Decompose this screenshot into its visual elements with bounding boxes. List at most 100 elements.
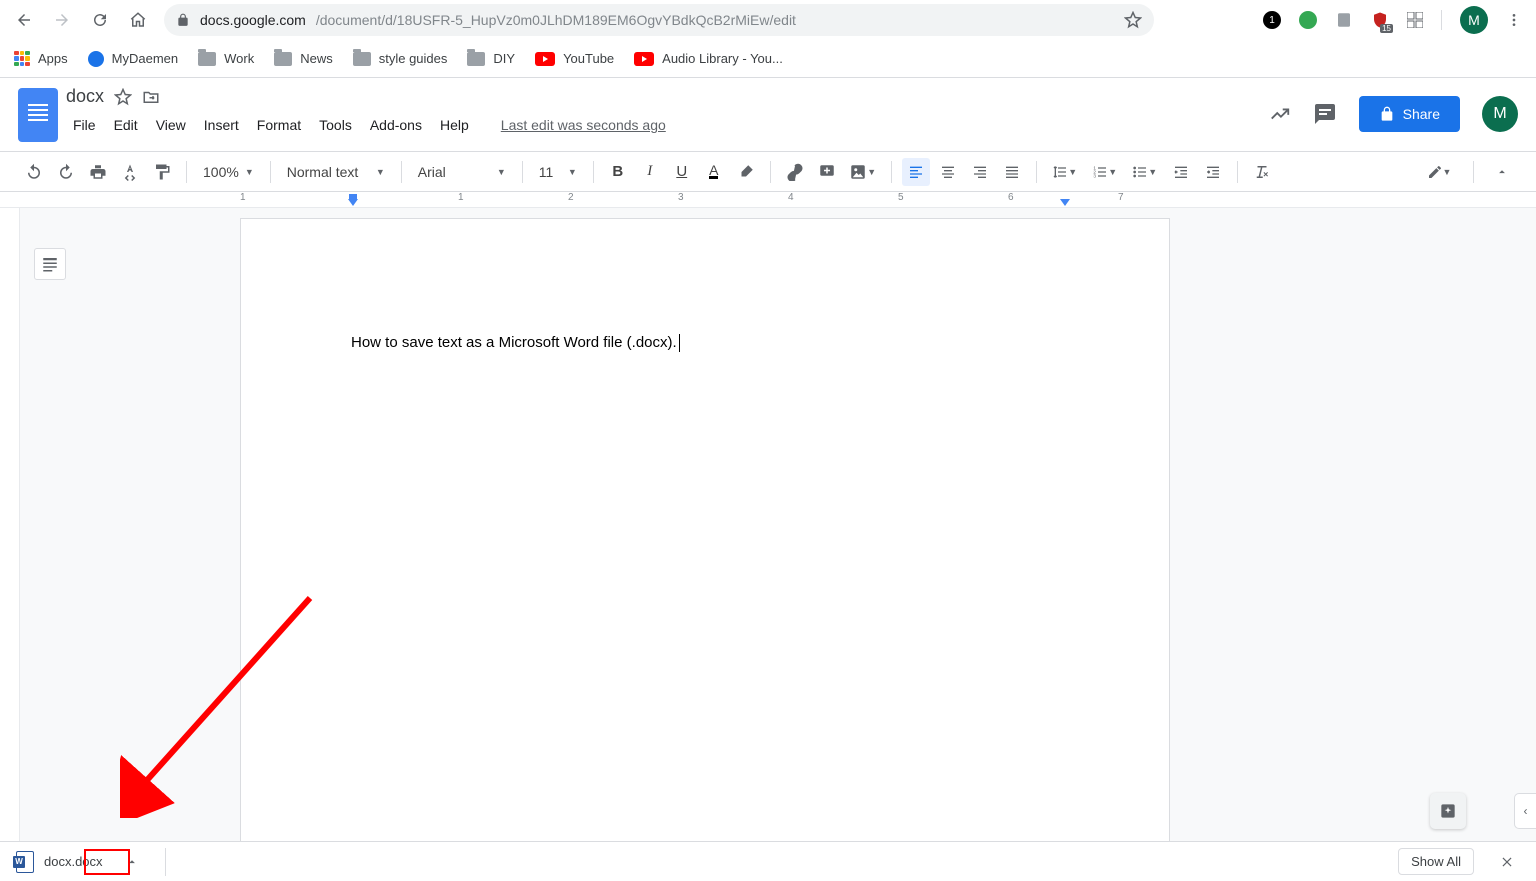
move-document-icon[interactable]	[142, 88, 160, 106]
right-indent-marker[interactable]	[1060, 199, 1070, 206]
folder-icon	[467, 52, 485, 66]
extension-icons: 1 15 M	[1263, 6, 1528, 34]
folder-icon	[353, 52, 371, 66]
menu-tools[interactable]: Tools	[312, 113, 359, 137]
extension-green-icon[interactable]	[1299, 11, 1317, 29]
extension-shield-icon[interactable]	[1335, 11, 1353, 29]
separator	[1441, 10, 1442, 30]
menu-insert[interactable]: Insert	[197, 113, 246, 137]
reload-button[interactable]	[84, 4, 116, 36]
bookmark-mydaemen[interactable]: MyDaemen	[88, 51, 178, 67]
collapse-toolbar-button[interactable]	[1488, 158, 1516, 186]
numbered-list-button[interactable]: 123▼	[1087, 158, 1123, 186]
apps-shortcut[interactable]: Apps	[14, 51, 68, 67]
extension-badge-black[interactable]: 1	[1263, 11, 1281, 29]
ruler-tick: 3	[678, 192, 684, 203]
insert-image-button[interactable]: ▼	[845, 158, 881, 186]
menu-edit[interactable]: Edit	[107, 113, 145, 137]
menu-help[interactable]: Help	[433, 113, 476, 137]
bulleted-list-button[interactable]: ▼	[1127, 158, 1163, 186]
align-right-button[interactable]	[966, 158, 994, 186]
separator	[1036, 161, 1037, 183]
activity-icon[interactable]	[1269, 103, 1291, 125]
line-spacing-button[interactable]: ▼	[1047, 158, 1083, 186]
paragraph-style-select[interactable]: Normal text▼	[281, 158, 391, 186]
comments-icon[interactable]	[1313, 102, 1337, 126]
document-title[interactable]: docx	[66, 86, 104, 107]
home-button[interactable]	[122, 4, 154, 36]
show-all-downloads-button[interactable]: Show All	[1398, 848, 1474, 875]
font-select[interactable]: Arial▼	[412, 158, 512, 186]
extension-ublock-icon[interactable]: 15	[1371, 11, 1389, 29]
align-left-button[interactable]	[902, 158, 930, 186]
document-body-text[interactable]: How to save text as a Microsoft Word fil…	[351, 334, 680, 352]
profile-avatar[interactable]: M	[1460, 6, 1488, 34]
show-outline-button[interactable]	[34, 248, 66, 280]
font-size-select[interactable]: 11▼	[533, 158, 583, 186]
bookmark-diy[interactable]: DIY	[467, 51, 515, 66]
last-edit-link[interactable]: Last edit was seconds ago	[494, 113, 673, 137]
bookmark-news[interactable]: News	[274, 51, 333, 66]
close-downloads-bar-button[interactable]	[1492, 847, 1522, 877]
forward-button[interactable]	[46, 4, 78, 36]
redo-button[interactable]	[52, 158, 80, 186]
horizontal-ruler[interactable]: 1 1 2 3 4 5 6 7	[0, 192, 1536, 208]
bookmark-youtube[interactable]: YouTube	[535, 51, 614, 66]
browser-nav-bar: docs.google.com/document/d/18USFR-5_HupV…	[0, 0, 1536, 40]
caret-icon: ▼	[1148, 167, 1157, 177]
menu-format[interactable]: Format	[250, 113, 308, 137]
lock-icon	[1379, 106, 1395, 122]
separator	[770, 161, 771, 183]
menu-view[interactable]: View	[149, 113, 193, 137]
insert-link-button[interactable]	[781, 158, 809, 186]
print-button[interactable]	[84, 158, 112, 186]
share-button[interactable]: Share	[1359, 96, 1460, 132]
menu-addons[interactable]: Add-ons	[363, 113, 429, 137]
address-bar[interactable]: docs.google.com/document/d/18USFR-5_HupV…	[164, 4, 1154, 36]
caret-icon: ▼	[1108, 167, 1117, 177]
clear-formatting-button[interactable]	[1248, 158, 1276, 186]
italic-button[interactable]: I	[636, 158, 664, 186]
increase-indent-button[interactable]	[1199, 158, 1227, 186]
svg-text:3: 3	[1094, 173, 1097, 178]
separator	[1237, 161, 1238, 183]
align-center-button[interactable]	[934, 158, 962, 186]
undo-button[interactable]	[20, 158, 48, 186]
bookmark-audio-library[interactable]: Audio Library - You...	[634, 51, 783, 66]
paint-format-button[interactable]	[148, 158, 176, 186]
star-document-icon[interactable]	[114, 88, 132, 106]
back-button[interactable]	[8, 4, 40, 36]
decrease-indent-button[interactable]	[1167, 158, 1195, 186]
document-page[interactable]: How to save text as a Microsoft Word fil…	[240, 218, 1170, 841]
editing-mode-select[interactable]: ▼	[1419, 158, 1459, 186]
bookmark-work[interactable]: Work	[198, 51, 254, 66]
bookmark-star-icon[interactable]	[1124, 11, 1142, 29]
caret-icon: ▼	[497, 167, 506, 177]
download-options-button[interactable]	[119, 851, 145, 873]
download-item[interactable]: docx.docx	[14, 847, 109, 877]
explore-button[interactable]	[1430, 793, 1466, 829]
download-filename: docx.docx	[44, 854, 103, 869]
align-justify-button[interactable]	[998, 158, 1026, 186]
highlight-button[interactable]	[732, 158, 760, 186]
text-color-button[interactable]: A	[700, 158, 728, 186]
downloads-bar: docx.docx Show All	[0, 841, 1536, 881]
left-indent-marker[interactable]	[348, 199, 358, 206]
chrome-menu-icon[interactable]	[1506, 12, 1522, 28]
underline-button[interactable]: U	[668, 158, 696, 186]
formatting-toolbar: 100%▼ Normal text▼ Arial▼ 11▼ B I U A ▼ …	[0, 152, 1536, 192]
bold-button[interactable]: B	[604, 158, 632, 186]
docs-logo-icon[interactable]	[18, 88, 58, 142]
spellcheck-button[interactable]	[116, 158, 144, 186]
vertical-ruler[interactable]	[0, 208, 20, 841]
menu-file[interactable]: File	[66, 113, 103, 137]
account-avatar[interactable]: M	[1482, 96, 1518, 132]
add-comment-button[interactable]	[813, 158, 841, 186]
ruler-tick: 1	[458, 192, 464, 203]
bookmark-style-guides[interactable]: style guides	[353, 51, 448, 66]
separator	[891, 161, 892, 183]
extension-qr-icon[interactable]	[1407, 12, 1423, 28]
separator	[593, 161, 594, 183]
zoom-select[interactable]: 100%▼	[197, 158, 260, 186]
expand-sidebar-button[interactable]: ‹	[1514, 793, 1536, 829]
